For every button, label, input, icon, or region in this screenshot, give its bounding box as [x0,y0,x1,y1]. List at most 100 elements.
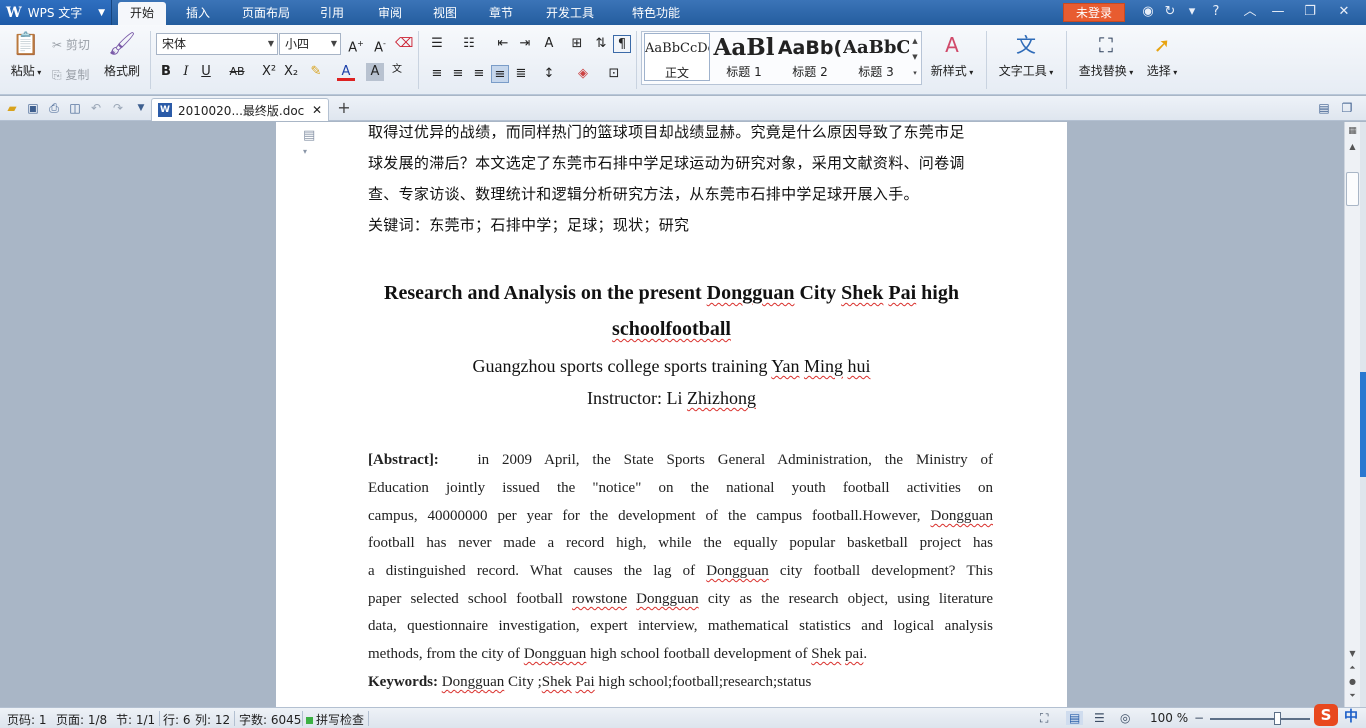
spell-check-toggle[interactable]: 拼写检查 [306,711,364,728]
close-tab-icon[interactable]: ✕ [312,103,322,117]
save-icon[interactable]: ▣ [25,100,41,116]
tab-restore-icon[interactable]: ❐ [1339,100,1355,116]
tab-developer[interactable]: 开发工具 [534,0,606,25]
scroll-map-icon[interactable]: ▦ [1347,126,1358,137]
style-normal[interactable]: AaBbCcDd 正文 [644,33,710,81]
tab-review[interactable]: 审阅 [366,0,414,25]
justify-icon[interactable]: ≡ [491,65,509,83]
scroll-down-icon[interactable]: ▼ [1347,649,1358,660]
tab-references[interactable]: 引用 [308,0,356,25]
decrease-indent-icon[interactable]: ⇤ [494,35,512,53]
close-icon[interactable]: ✕ [1336,4,1352,20]
restore-icon[interactable]: ❐ [1302,4,1318,20]
char-shading-icon[interactable]: A [366,63,384,81]
cut-button[interactable]: ✂ 剪切 [52,36,90,53]
skin-icon[interactable]: ▾ [1184,4,1200,20]
tab-page-layout[interactable]: 页面布局 [230,0,302,25]
line-spacing-icon[interactable]: ↕ [540,65,558,83]
copy-button[interactable]: ⎘ 复制 [52,66,89,83]
bold-icon[interactable]: B [157,63,175,81]
highlight-icon[interactable]: ✎ [307,63,325,81]
print-icon[interactable]: ⎙ [46,100,62,116]
next-page-icon[interactable]: ⏷ [1347,691,1358,702]
select-button[interactable]: ➚ 选择 ▾ [1142,31,1182,79]
new-style-button[interactable]: A 新样式 ▾ [926,31,978,79]
increase-indent-icon[interactable]: ⇥ [516,35,534,53]
collapse-ribbon-icon[interactable]: ︿ [1242,4,1258,20]
previous-page-icon[interactable]: ⏶ [1347,663,1358,674]
document-tab[interactable]: W 2010020...最终版.doc ✕ [151,98,329,121]
sync-icon[interactable]: ↻ [1162,4,1178,20]
cloud-icon[interactable]: ◉ [1140,4,1156,20]
strikethrough-icon[interactable]: AB [226,63,248,81]
tab-special-features[interactable]: 特色功能 [620,0,692,25]
style-heading-1[interactable]: AaBl 标题 1 [711,33,777,81]
status-word-count[interactable]: 字数: 6045 [239,711,301,728]
page-view-icon[interactable]: ▤ [1066,711,1084,725]
distributed-align-icon[interactable]: ≣ [512,65,530,83]
outline-view-icon[interactable]: ☰ [1094,711,1105,725]
clear-format-icon[interactable]: ⌫ [395,35,413,53]
paragraph-marker-icon[interactable]: ▤ ▾ [303,128,319,156]
phonetic-guide-icon[interactable]: 文 [388,61,406,79]
align-left-icon[interactable]: ≡ [428,65,446,83]
styles-scroll-icon[interactable]: ▲ ▼ ▾ [909,33,921,83]
text-direction-icon[interactable]: A [540,35,558,53]
tab-list-icon[interactable]: ▤ [1316,100,1332,116]
borders-icon[interactable]: ⊡ [605,65,623,83]
bullet-list-icon[interactable]: ☰ [428,35,446,53]
tab-chapter[interactable]: 章节 [477,0,525,25]
undo-icon[interactable]: ↶ [88,100,104,116]
superscript-icon[interactable]: X² [260,63,278,81]
fullscreen-view-icon[interactable]: ⛶ [1040,711,1048,726]
grow-font-icon[interactable]: A+ [347,35,365,55]
document-area[interactable]: ▤ ▾ 取得过优异的战绩，而同样热门的篮球项目却战绩显赫。究竟是什么原因导致了东… [0,122,1344,707]
shrink-font-icon[interactable]: A- [371,35,389,55]
style-heading-2[interactable]: AaBb( 标题 2 [777,33,843,81]
align-center-icon[interactable]: ≡ [449,65,467,83]
app-menu-button[interactable]: W WPS 文字 ▼ [0,0,112,25]
web-view-icon[interactable]: ◎ [1120,711,1130,725]
text-tools-button[interactable]: 文 文字工具 ▾ [994,31,1058,79]
format-painter-button[interactable]: 🖌 格式刷 [102,31,142,79]
new-tab-icon[interactable]: + [336,100,352,116]
align-right-icon[interactable]: ≡ [470,65,488,83]
side-panel-strip [1360,122,1366,707]
numbered-list-icon[interactable]: ☷ [460,35,478,53]
scroll-up-icon[interactable]: ▲ [1347,142,1358,153]
style-heading-3[interactable]: AaBbC 标题 3 [843,33,909,81]
shading-fill-icon[interactable]: ◈ [574,65,592,83]
zoom-slider[interactable] [1210,718,1310,720]
underline-icon[interactable]: U [197,63,215,81]
italic-icon[interactable]: I [177,63,195,81]
zoom-out-icon[interactable]: − [1194,711,1204,725]
subscript-icon[interactable]: X₂ [282,63,300,81]
customize-quick-access-icon[interactable]: ▼ [133,100,149,116]
browse-object-icon[interactable]: ● [1347,677,1358,688]
paste-button[interactable]: 📋 粘贴 ▾ [6,31,46,79]
vertical-scrollbar[interactable]: ▦ ▲ ▼ ⏶ ● ⏷ [1344,122,1360,707]
status-page[interactable]: 页面: 1/8 [56,711,107,728]
show-marks-icon[interactable]: ¶ [613,35,631,53]
tab-insert[interactable]: 插入 [174,0,222,25]
side-panel-toggle[interactable] [1360,372,1366,477]
font-name-select[interactable]: 宋体 ▼ [156,33,278,55]
zoom-slider-thumb[interactable] [1274,712,1281,725]
open-folder-icon[interactable]: ▰ [4,100,20,116]
find-replace-button[interactable]: ⛶ 查找替换 ▾ [1074,31,1138,79]
minimize-icon[interactable]: — [1270,4,1286,20]
font-color-icon[interactable]: A [337,63,355,81]
ime-indicator[interactable]: S 中 [1314,703,1366,728]
login-button[interactable]: 未登录 [1063,3,1125,22]
scrollbar-thumb[interactable] [1346,172,1359,206]
print-preview-icon[interactable]: ◫ [67,100,83,116]
document-page[interactable]: ▤ ▾ 取得过优异的战绩，而同样热门的篮球项目却战绩显赫。究竟是什么原因导致了东… [276,122,1067,707]
tab-view[interactable]: 视图 [421,0,469,25]
sort-icon[interactable]: ⇅ [592,35,610,53]
tab-start[interactable]: 开始 [118,2,167,25]
help-icon[interactable]: ? [1208,4,1224,20]
font-size-select[interactable]: 小四 ▼ [279,33,341,55]
zoom-level[interactable]: 100 % [1150,711,1188,725]
table-icon[interactable]: ⊞ [568,35,586,53]
redo-icon[interactable]: ↷ [110,100,126,116]
